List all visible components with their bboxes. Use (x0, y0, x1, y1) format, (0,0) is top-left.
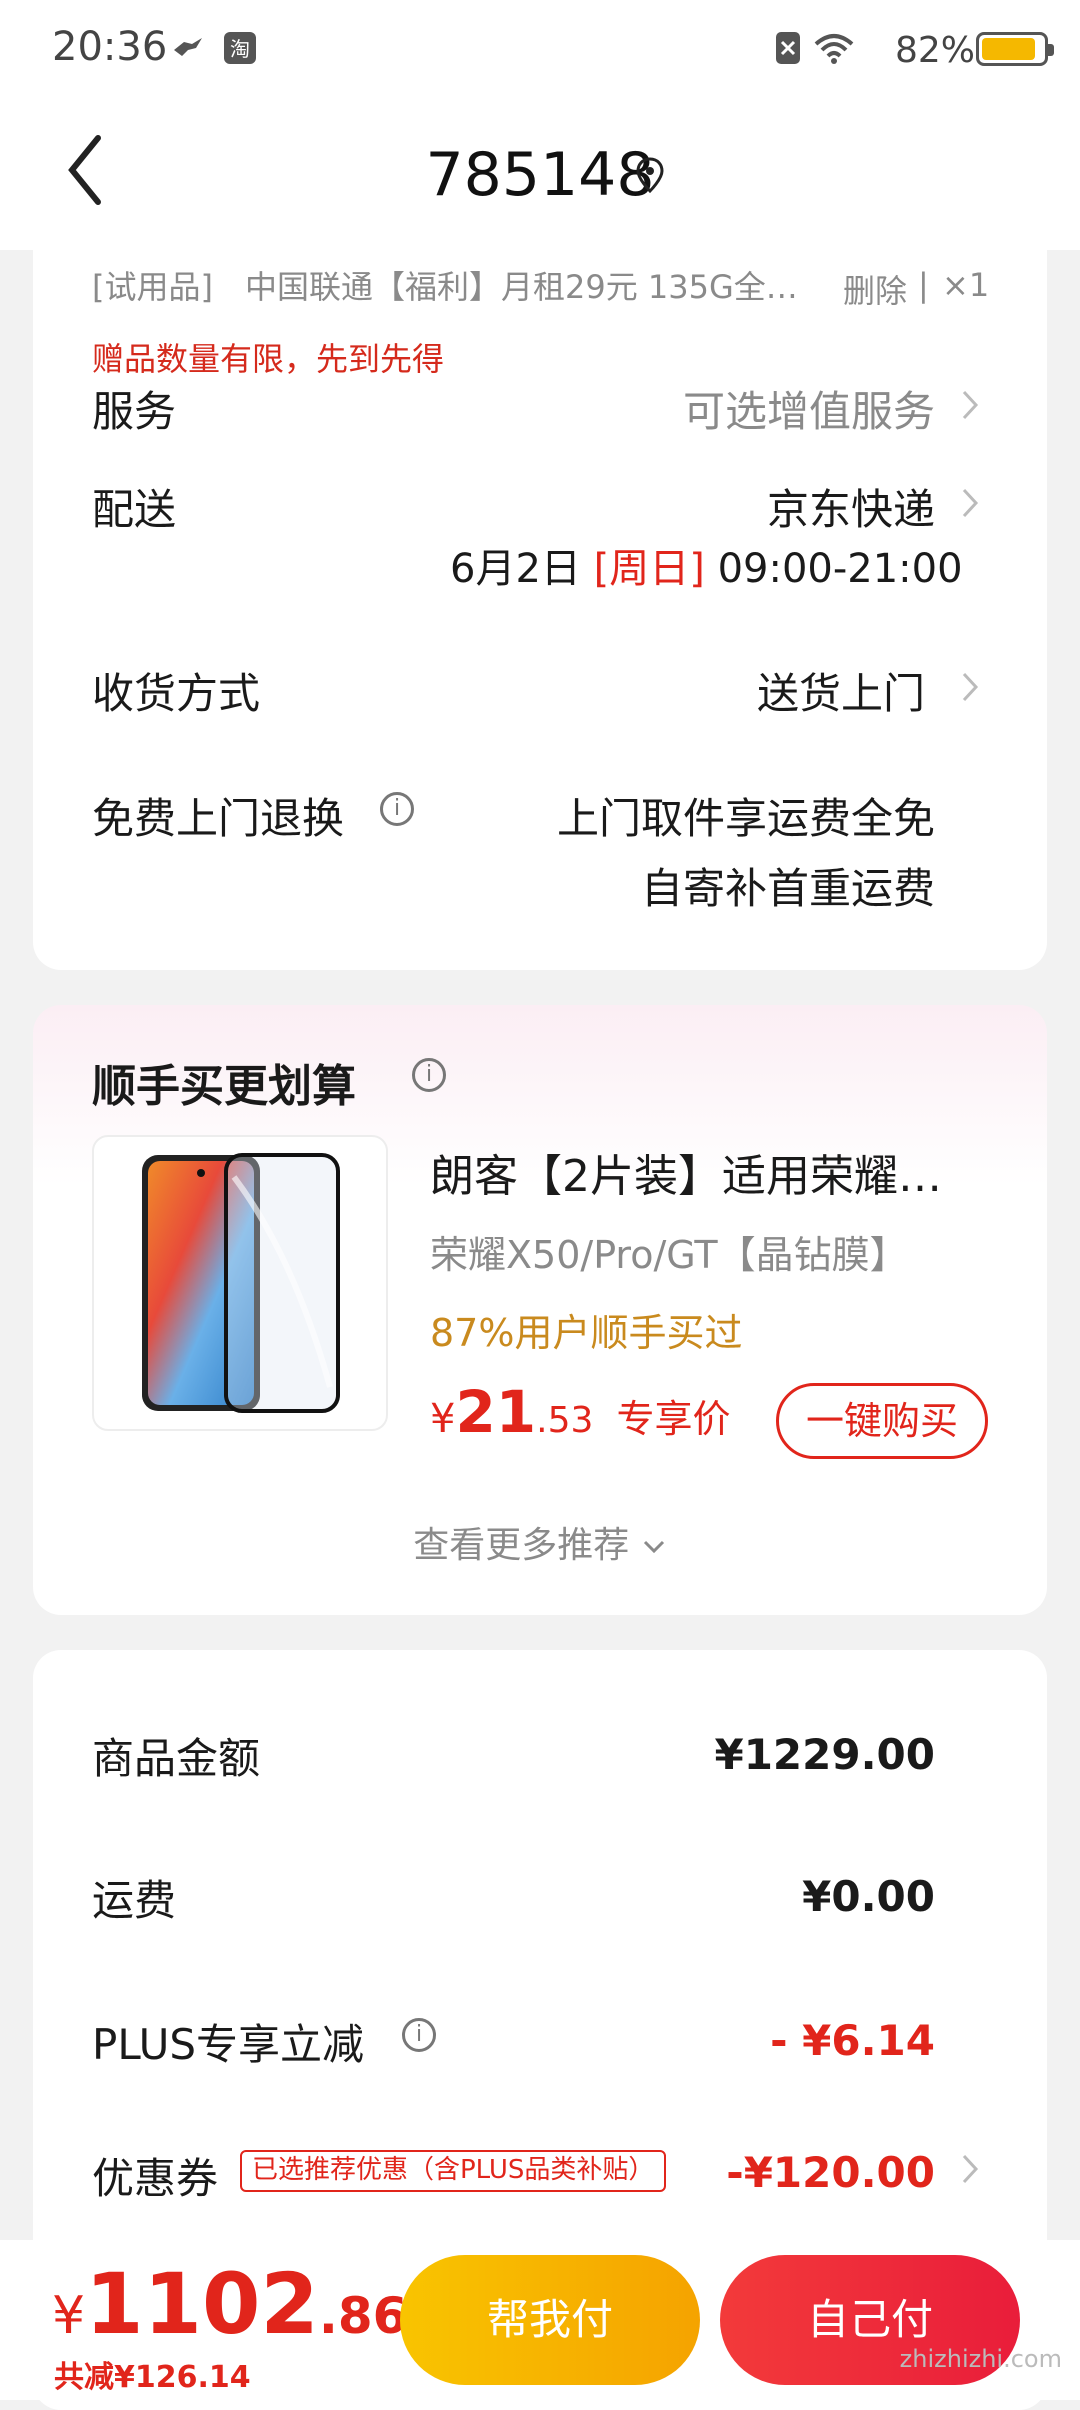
delivery-time: 09:00-21:00 (717, 546, 963, 592)
chevron-down-icon (643, 1540, 664, 1554)
service-value[interactable]: 可选增值服务 (683, 378, 935, 439)
status-time: 20:36 (52, 24, 168, 70)
plus-discount-label: PLUS专享立减 (92, 2020, 365, 2069)
sim-off-icon (776, 32, 800, 64)
gift-name: 中国联通【福利】月租29元 135G全… (245, 268, 798, 306)
receive-value[interactable]: 送货上门 (757, 660, 925, 721)
goods-amount-value: ¥1229.00 (714, 1730, 935, 1779)
receive-label: 收货方式 (92, 669, 261, 718)
product-image[interactable] (92, 1135, 388, 1431)
delivery-weekday: [周日] (593, 546, 705, 592)
recommend-title: 顺手买更划算 (92, 1061, 356, 1112)
svg-text:淘: 淘 (230, 37, 250, 61)
delivery-carrier[interactable]: 京东快递 (767, 476, 935, 537)
watermark: zhizhizhi.com (899, 2345, 1062, 2373)
price-symbol: ¥ (430, 1396, 456, 1442)
delivery-label: 配送 (92, 485, 177, 534)
chevron-right-icon[interactable] (960, 388, 980, 422)
product-title[interactable]: 朗客【2片装】适用荣耀… (430, 1140, 970, 1204)
goods-amount-label: 商品金额 (92, 1734, 261, 1783)
plus-discount-value: - ¥6.14 (770, 2016, 935, 2065)
page-title: 785148 (425, 140, 655, 210)
total-saved: 共减¥126.14 (54, 2360, 251, 2395)
chevron-right-icon[interactable] (960, 486, 980, 520)
gift-qty: ×1 (942, 266, 990, 304)
price-dec: .53 (536, 1400, 594, 1441)
delivery-date: 6月2日 (450, 546, 581, 592)
coupon-tag: 已选推荐优惠（含PLUS品类补贴） (240, 2150, 667, 2192)
total-price: ¥1102.86 (52, 2255, 407, 2353)
price-int: 21 (455, 1378, 537, 1446)
battery-icon (976, 32, 1054, 66)
see-more-label: 查看更多推荐 (413, 1525, 630, 1566)
location-pin-icon[interactable] (630, 155, 670, 195)
free-return-label: 免费上门退换 (92, 794, 345, 843)
total-int: 1102 (85, 2255, 319, 2353)
see-more-button[interactable]: 查看更多推荐 (0, 1516, 1080, 1568)
free-return-line1: 上门取件享运费全免 (556, 794, 935, 843)
service-label: 服务 (92, 387, 177, 436)
info-icon[interactable]: i (412, 1058, 446, 1092)
chevron-right-icon[interactable] (960, 670, 980, 704)
one-click-buy-button[interactable]: 一键购买 (776, 1383, 988, 1459)
gift-warning: 赠品数量有限，先到先得 (92, 340, 445, 378)
product-price: ¥21.53 专享价 (430, 1378, 731, 1446)
shipping-value: ¥0.00 (802, 1872, 935, 1921)
total-symbol: ¥ (52, 2286, 86, 2346)
info-icon[interactable]: i (402, 2018, 436, 2052)
total-dec: .86 (318, 2287, 408, 2345)
gift-divider: | (918, 266, 929, 304)
chevron-right-icon[interactable] (960, 2152, 980, 2186)
delivery-schedule[interactable]: 6月2日 [周日] 09:00-21:00 (450, 536, 963, 594)
product-subtitle: 荣耀X50/Pro/GT【晶钻膜】 (430, 1233, 908, 1277)
help-pay-button[interactable]: 帮我付 (400, 2255, 700, 2385)
price-label: 专享价 (616, 1397, 731, 1441)
phone-screen-protector-image (142, 1153, 340, 1413)
bird-icon (174, 38, 202, 56)
gift-tag: [试用品] (92, 268, 213, 306)
free-return-line2: 自寄补首重运费 (640, 864, 935, 913)
info-icon[interactable]: i (380, 792, 414, 826)
taobao-icon: 淘 (224, 32, 256, 64)
battery-percent: 82% (894, 30, 975, 71)
wifi-icon (814, 34, 854, 64)
bought-rate: 87%用户顺手买过 (430, 1311, 743, 1355)
shipping-label: 运费 (92, 1876, 177, 1925)
coupon-label: 优惠券 (92, 2154, 219, 2203)
gift-delete-button[interactable]: 删除 (843, 266, 907, 312)
coupon-value[interactable]: -¥120.00 (726, 2148, 935, 2197)
